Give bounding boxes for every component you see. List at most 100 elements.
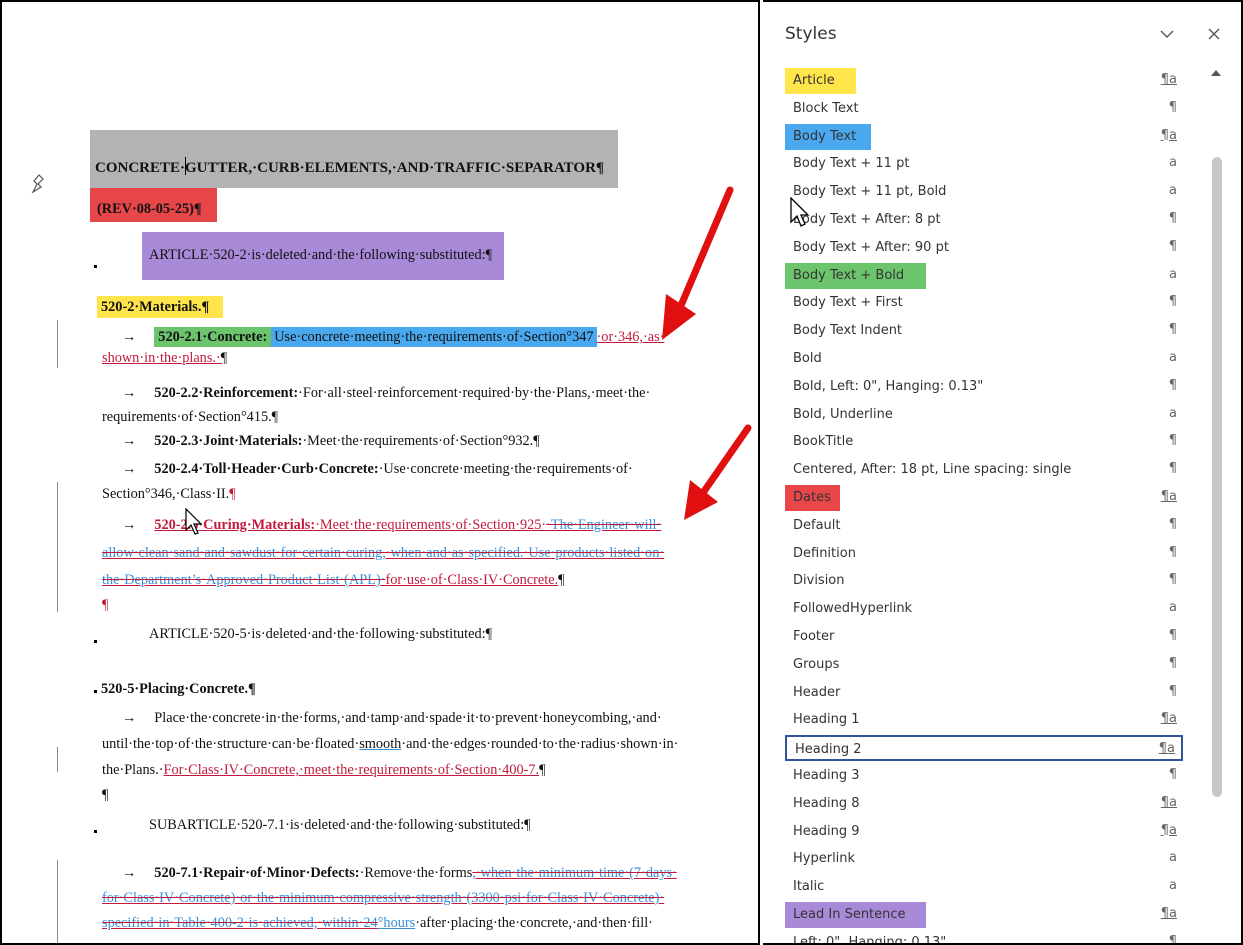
style-item-label: Header [793, 684, 841, 700]
style-item-label: Body Text + After: 90 pt [793, 239, 949, 255]
style-item-label: Lead In Sentence [793, 907, 906, 922]
paragraph-520-2-4[interactable]: → 520-2.4·Toll·Header·Curb·Concrete:·Use·… [102, 459, 633, 479]
style-item-label: Footer [793, 629, 835, 644]
deleted-text[interactable]: allow·clean·sand·and·sawdust·for·certain… [102, 543, 664, 563]
styles-pane[interactable]: Styles Article ¶a Block Text ¶ Body Text ¶a Bo… [763, 0, 1243, 945]
linked-style-icon: ¶a [1160, 794, 1177, 810]
paragraph-520-7-1-cont[interactable]: specified·in·Table·400-2·is·achieved,·wi… [102, 913, 653, 933]
style-item-division[interactable]: Division ¶ [785, 568, 1183, 594]
style-item-bold[interactable]: Bold a [785, 346, 1183, 372]
style-item-booktitle[interactable]: BookTitle ¶ [785, 429, 1183, 455]
inserted-text[interactable]: shown·in·the·plans.·¶ [102, 348, 227, 368]
style-item-header[interactable]: Header ¶ [785, 680, 1183, 706]
chevron-down-icon[interactable] [1159, 28, 1175, 40]
style-item-label: Default [793, 517, 841, 533]
style-item-label: Groups [793, 656, 840, 672]
paragraph-520-2-1[interactable]: → 520-2.1·Concrete: Use·concrete·meeting·t… [102, 327, 664, 347]
clause-label: 520-2.1·Concrete: [154, 327, 272, 347]
style-item-default[interactable]: Default ¶ [785, 513, 1183, 539]
style-item-body-text-11-pt-bold[interactable]: Body Text + 11 pt, Bold a [785, 179, 1183, 205]
style-item-footer[interactable]: Footer ¶ [785, 624, 1183, 650]
mouse-cursor-icon [185, 508, 203, 535]
tab-arrow: → [122, 329, 137, 345]
style-item-label: Definition [793, 545, 856, 561]
paragraph-520-2-3[interactable]: → 520-2.3·Joint·Materials:·Meet·the·requi… [102, 431, 540, 451]
style-item-followedhyperlink[interactable]: FollowedHyperlink a [785, 596, 1183, 622]
style-item-label: Centered, After: 18 pt, Line spacing: si… [793, 462, 1072, 478]
style-item-lead-in-sentence[interactable]: Lead In Sentence ¶a [785, 902, 1183, 928]
pin-icon [31, 174, 44, 194]
paragraph-style-icon: ¶ [1168, 238, 1177, 254]
paragraph-520-2-4-cont[interactable]: Section°346,·Class·II.¶ [102, 484, 236, 504]
style-item-article[interactable]: Article ¶a [785, 68, 1183, 94]
heading-520-2[interactable]: 520-2·Materials.¶ [101, 297, 209, 317]
style-item-body-text-after-90-pt[interactable]: Body Text + After: 90 pt ¶ [785, 235, 1183, 261]
style-item-hyperlink[interactable]: Hyperlink a [785, 846, 1183, 872]
style-item-heading-2[interactable]: Heading 2 ¶a [785, 735, 1183, 762]
style-item-label: Heading 9 [793, 823, 860, 839]
paragraph-520-5-cont[interactable]: until·the·top·of·the·structure·can·be·fl… [102, 734, 678, 754]
change-bar [57, 482, 58, 612]
paragraph-520-2-2[interactable]: → 520-2.2·Reinforcement:·For·all·steel·re… [102, 383, 650, 403]
style-item-body-text[interactable]: Body Text ¶a [785, 123, 1183, 150]
article-520-2[interactable]: ARTICLE·520-2·is·deleted·and·the·followi… [149, 245, 492, 265]
style-item-centered-after-18-pt-line-spacing-single[interactable]: Centered, After: 18 pt, Line spacing: si… [785, 457, 1183, 483]
style-item-label: Article [793, 73, 835, 88]
document-pane[interactable]: CONCRETE·GUTTER,·CURB·ELEMENTS,·AND·TRAF… [0, 0, 760, 945]
paragraph-style-icon: ¶ [1168, 516, 1177, 532]
style-item-left-0-hanging-0-13[interactable]: Left: 0", Hanging: 0.13" ¶ [785, 930, 1183, 945]
style-item-label: Heading 2 [795, 742, 862, 758]
article-520-5[interactable]: ARTICLE·520-5·is·deleted·and·the·followi… [149, 624, 492, 644]
style-item-groups[interactable]: Groups ¶ [785, 652, 1183, 678]
paragraph-style-icon: ¶ [1168, 767, 1177, 782]
paragraph-520-5[interactable]: → Place·the·concrete·in·the·forms,·and·ta… [102, 708, 662, 728]
style-item-italic[interactable]: Italic a [785, 874, 1183, 900]
style-item-label: Left: 0", Hanging: 0.13" [793, 934, 947, 945]
scrollbar-thumb[interactable] [1212, 157, 1222, 797]
paragraph-style-icon: ¶ [1168, 322, 1177, 338]
paragraph-style-icon: ¶ [1168, 544, 1177, 560]
style-item-bold-left-0-hanging-0-13[interactable]: Bold, Left: 0", Hanging: 0.13" ¶ [785, 374, 1183, 400]
style-item-label: Division [793, 573, 845, 589]
style-item-label: Heading 3 [793, 768, 860, 783]
style-item-label: Bold [793, 351, 822, 366]
style-item-bold-underline[interactable]: Bold, Underline a [785, 402, 1183, 428]
linked-style-icon: ¶a [1160, 489, 1177, 504]
paragraph-520-2-2-cont[interactable]: requirements·of·Section°415.¶ [102, 407, 278, 427]
paragraph-style-icon: ¶ [1168, 99, 1177, 115]
style-item-body-text-bold[interactable]: Body Text + Bold a [785, 262, 1183, 289]
style-item-heading-3[interactable]: Heading 3 ¶ [785, 763, 1183, 789]
scroll-up-icon[interactable] [1209, 68, 1223, 78]
rev-date[interactable]: (REV·08-05-25)¶ [97, 199, 202, 219]
style-item-label: Body Text + 11 pt, Bold [793, 184, 947, 200]
linked-style-icon: ¶a [1158, 741, 1175, 757]
style-item-body-text-after-8-pt[interactable]: Body Text + After: 8 pt ¶ [785, 207, 1183, 233]
subarticle-520-7-1[interactable]: SUBARTICLE·520-7.1·is·deleted·and·the·fo… [149, 815, 531, 835]
empty-paragraph[interactable]: ¶ [102, 785, 108, 805]
deleted-text[interactable]: for·Class·IV·Concrete)·or·the·minimum·co… [102, 888, 664, 908]
bullet [94, 690, 97, 693]
style-item-label: Heading 8 [793, 795, 860, 811]
style-item-block-text[interactable]: Block Text ¶ [785, 96, 1183, 122]
bullet [94, 830, 97, 833]
style-item-body-text-first[interactable]: Body Text + First ¶ [785, 290, 1183, 316]
close-icon[interactable] [1207, 27, 1221, 41]
character-style-icon: a [1169, 878, 1177, 894]
style-item-label: Body Text + Bold [793, 267, 905, 283]
doc-title[interactable]: CONCRETE·GUTTER,·CURB·ELEMENTS,·AND·TRAF… [95, 158, 604, 178]
style-item-definition[interactable]: Definition ¶ [785, 541, 1183, 567]
style-item-heading-9[interactable]: Heading 9 ¶a [785, 819, 1183, 845]
paragraph-style-icon: ¶ [1168, 433, 1177, 449]
style-item-body-text-11-pt[interactable]: Body Text + 11 pt a [785, 151, 1183, 177]
empty-paragraph[interactable]: ¶ [102, 595, 108, 615]
style-item-body-text-indent[interactable]: Body Text Indent ¶ [785, 318, 1183, 344]
style-item-label: Italic [793, 879, 825, 895]
paragraph-520-5-end[interactable]: the·Plans.·For·Class·IV·Concrete,·meet·t… [102, 760, 546, 780]
paragraph-520-2-5-end[interactable]: the·Department’s·Approved·Product·List·(… [102, 570, 565, 590]
style-item-dates[interactable]: Dates ¶a [785, 485, 1183, 511]
style-item-heading-8[interactable]: Heading 8 ¶a [785, 791, 1183, 817]
paragraph-520-7-1[interactable]: → 520-7.1·Repair·of·Minor·Defects:·Remove… [102, 863, 677, 883]
mouse-cursor-icon [790, 197, 810, 227]
style-item-heading-1[interactable]: Heading 1 ¶a [785, 707, 1183, 733]
heading-520-5[interactable]: 520-5·Placing·Concrete.¶ [101, 679, 256, 699]
